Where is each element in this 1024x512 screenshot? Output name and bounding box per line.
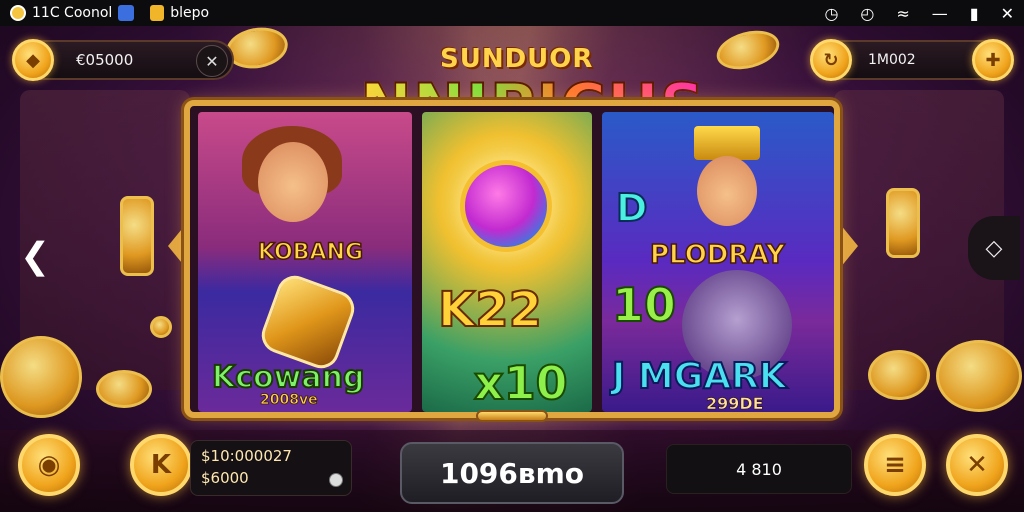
decor-coin xyxy=(120,196,154,276)
close-icon: ✕ xyxy=(966,450,988,480)
close-icon[interactable]: ✕ xyxy=(1001,4,1014,23)
reel1-label-mid: Kcowang xyxy=(211,359,365,396)
wallet-icon: ◆ xyxy=(26,49,40,71)
reel-frame: KOBANG Kcowang 2008ve K22 x10 D PLODRAY … xyxy=(184,100,840,418)
win-panel: $10:000027 $6000 xyxy=(190,440,352,496)
next-button[interactable]: ◇ xyxy=(968,216,1020,280)
diamond-arrow-icon: ◇ xyxy=(985,235,1003,261)
previous-arrow-icon[interactable]: ❮ xyxy=(20,236,50,277)
orb-icon xyxy=(460,160,552,252)
decor-coin xyxy=(868,350,930,400)
reel3-label-code: 299DE xyxy=(706,394,764,412)
crown-icon xyxy=(694,126,760,160)
refresh-button[interactable]: ↻ xyxy=(810,39,852,81)
plus-icon: ✚ xyxy=(985,49,1001,71)
app-icon xyxy=(10,5,26,21)
decor-coin xyxy=(96,370,152,408)
app2-icon xyxy=(150,5,165,21)
wifi-icon: ≈ xyxy=(896,3,910,23)
bet-display: 4 810 xyxy=(666,444,852,494)
reel2-label-top: K22 xyxy=(437,281,543,339)
decor-coin xyxy=(712,24,784,76)
reel-2[interactable]: K22 x10 xyxy=(422,112,592,412)
close-icon: ✕ xyxy=(205,51,219,71)
close-balance-button[interactable]: ✕ xyxy=(196,45,228,77)
lock-button[interactable]: ◉ xyxy=(18,434,80,496)
decor-coin xyxy=(886,188,920,258)
battery-icon: ▮ xyxy=(969,3,979,23)
exit-button[interactable]: ✕ xyxy=(946,434,1008,496)
decor-coin xyxy=(150,316,172,338)
menu-button[interactable]: ≡ xyxy=(864,434,926,496)
balance-left: ◆ €05000 ✕ xyxy=(12,39,234,81)
coin-button[interactable]: K xyxy=(130,434,192,496)
win-amount: $10:000027 xyxy=(201,447,292,465)
menu-icon: ≡ xyxy=(884,450,906,480)
balance-left-amount: €05000 xyxy=(76,51,134,69)
reel-1[interactable]: KOBANG Kcowang 2008ve xyxy=(198,112,412,412)
spin-button[interactable]: 1096вmo xyxy=(400,442,624,504)
toggle-dot-icon[interactable] xyxy=(329,473,343,487)
add-button[interactable]: ✚ xyxy=(972,39,1014,81)
alarm-icon: ◴ xyxy=(860,3,875,23)
refresh-icon: ↻ xyxy=(823,49,839,71)
reel3-label-bottom: J MGARK xyxy=(611,355,788,398)
reel1-label-code: 2008ve xyxy=(260,392,318,409)
reel-3[interactable]: D PLODRAY 10 J MGARK 299DE xyxy=(602,112,834,412)
wallet-button[interactable]: ◆ xyxy=(12,39,54,81)
decor-coin xyxy=(0,336,82,418)
decor-coin xyxy=(936,340,1022,412)
status-bar: 11C Coonol blepo ◷ ◴ ≈ — ▮ ✕ xyxy=(0,0,1024,26)
coin-icon: K xyxy=(150,450,172,480)
frame-bottom-tab xyxy=(476,410,548,422)
clock-icon: ◷ xyxy=(824,3,839,23)
reel3-label-mid: 10 xyxy=(611,277,677,333)
status-app-label: 11C Coonol xyxy=(32,5,113,21)
minimize-icon[interactable]: — xyxy=(932,4,948,23)
character-face xyxy=(697,156,757,226)
lock-icon: ◉ xyxy=(37,450,61,480)
status-app2-label: blepo xyxy=(170,5,210,21)
gem-icon xyxy=(256,270,360,374)
reel3-label-letter: D xyxy=(615,185,649,231)
reel3-label-top: PLODRAY xyxy=(649,239,785,271)
reel2-label-bottom: x10 xyxy=(473,355,569,411)
balance-right: ↻ 1M002 ✚ xyxy=(810,39,1014,81)
character-face xyxy=(258,142,328,222)
balance-right-amount: 1M002 xyxy=(868,52,916,68)
app-switch-icon[interactable] xyxy=(118,5,135,21)
reel1-label-top: KOBANG xyxy=(257,239,364,266)
